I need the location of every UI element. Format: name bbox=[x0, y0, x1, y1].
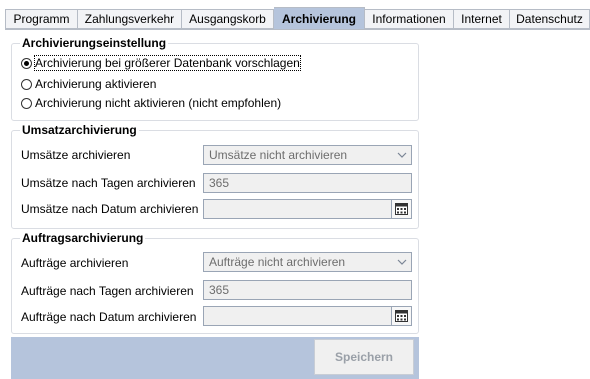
radio-button[interactable] bbox=[21, 97, 32, 109]
sales-archiving-group: Umsatzarchivierung Umsätze archivieren U… bbox=[11, 123, 419, 229]
sales-date-label: Umsätze nach Datum archivieren bbox=[21, 202, 199, 216]
order-archiving-group: Auftragsarchivierung Aufträge archiviere… bbox=[11, 231, 419, 334]
save-button[interactable]: Speichern bbox=[314, 339, 414, 375]
radio-label: Archivierung aktivieren bbox=[35, 77, 157, 91]
tab-label: Informationen bbox=[372, 12, 446, 26]
sales-days-label: Umsätze nach Tagen archivieren bbox=[21, 176, 196, 190]
radio-button[interactable] bbox=[21, 78, 32, 90]
radio-label: Archivierung bei größerer Datenbank vors… bbox=[34, 55, 301, 71]
tab-archivierung[interactable]: Archivierung bbox=[274, 7, 365, 29]
chevron-down-icon bbox=[397, 259, 407, 265]
tab-content-border bbox=[5, 29, 590, 30]
tab-internet[interactable]: Internet bbox=[454, 9, 510, 29]
order-date-input[interactable] bbox=[203, 306, 412, 326]
tab-label: Internet bbox=[461, 12, 502, 26]
radio-suggest-archiving[interactable]: Archivierung bei größerer Datenbank vors… bbox=[21, 55, 301, 71]
tab-label: Zahlungsverkehr bbox=[84, 12, 175, 26]
tab-zahlungsverkehr[interactable]: Zahlungsverkehr bbox=[78, 9, 182, 29]
calendar-icon bbox=[395, 310, 408, 322]
group-title: Auftragsarchivierung bbox=[20, 231, 146, 245]
select-value: Aufträge nicht archivieren bbox=[209, 255, 346, 269]
sales-archive-select[interactable]: Umsätze nicht archivieren bbox=[203, 145, 412, 165]
input-value: 365 bbox=[209, 283, 230, 297]
sales-date-input[interactable] bbox=[203, 199, 412, 219]
chevron-down-icon bbox=[397, 152, 407, 158]
tab-programm[interactable]: Programm bbox=[5, 9, 78, 29]
input-value: 365 bbox=[209, 176, 230, 190]
radio-button-checked[interactable] bbox=[21, 57, 32, 69]
select-value: Umsätze nicht archivieren bbox=[209, 148, 348, 162]
tab-informationen[interactable]: Informationen bbox=[365, 9, 454, 29]
tab-label: Ausgangskorb bbox=[189, 12, 266, 26]
calendar-button[interactable] bbox=[391, 200, 411, 218]
radio-label: Archivierung nicht aktivieren (nicht emp… bbox=[35, 96, 282, 110]
radio-no-archiving[interactable]: Archivierung nicht aktivieren (nicht emp… bbox=[21, 96, 281, 110]
tab-label: Programm bbox=[13, 12, 70, 26]
order-archive-label: Aufträge archivieren bbox=[21, 256, 129, 270]
group-title: Archivierungseinstellung bbox=[20, 36, 169, 50]
order-date-label: Aufträge nach Datum archivieren bbox=[21, 310, 197, 324]
archiving-settings-group: Archivierungseinstellung Archivierung be… bbox=[11, 36, 419, 121]
order-days-input[interactable]: 365 bbox=[203, 280, 412, 300]
calendar-icon bbox=[395, 203, 408, 215]
order-archive-select[interactable]: Aufträge nicht archivieren bbox=[203, 252, 412, 272]
tab-datenschutz[interactable]: Datenschutz bbox=[510, 9, 590, 29]
footer-bar: Speichern bbox=[11, 337, 419, 379]
calendar-button[interactable] bbox=[391, 307, 411, 325]
sales-days-input[interactable]: 365 bbox=[203, 173, 412, 193]
tab-ausgangskorb[interactable]: Ausgangskorb bbox=[182, 9, 274, 29]
group-title: Umsatzarchivierung bbox=[20, 123, 139, 137]
order-days-label: Aufträge nach Tagen archivieren bbox=[21, 284, 194, 298]
radio-activate-archiving[interactable]: Archivierung aktivieren bbox=[21, 77, 156, 91]
tab-label: Archivierung bbox=[281, 11, 356, 26]
tab-bar: Programm Zahlungsverkehr Ausgangskorb Ar… bbox=[5, 7, 590, 29]
tab-label: Datenschutz bbox=[516, 12, 583, 26]
sales-archive-label: Umsätze archivieren bbox=[21, 148, 131, 162]
save-button-label: Speichern bbox=[334, 350, 394, 364]
